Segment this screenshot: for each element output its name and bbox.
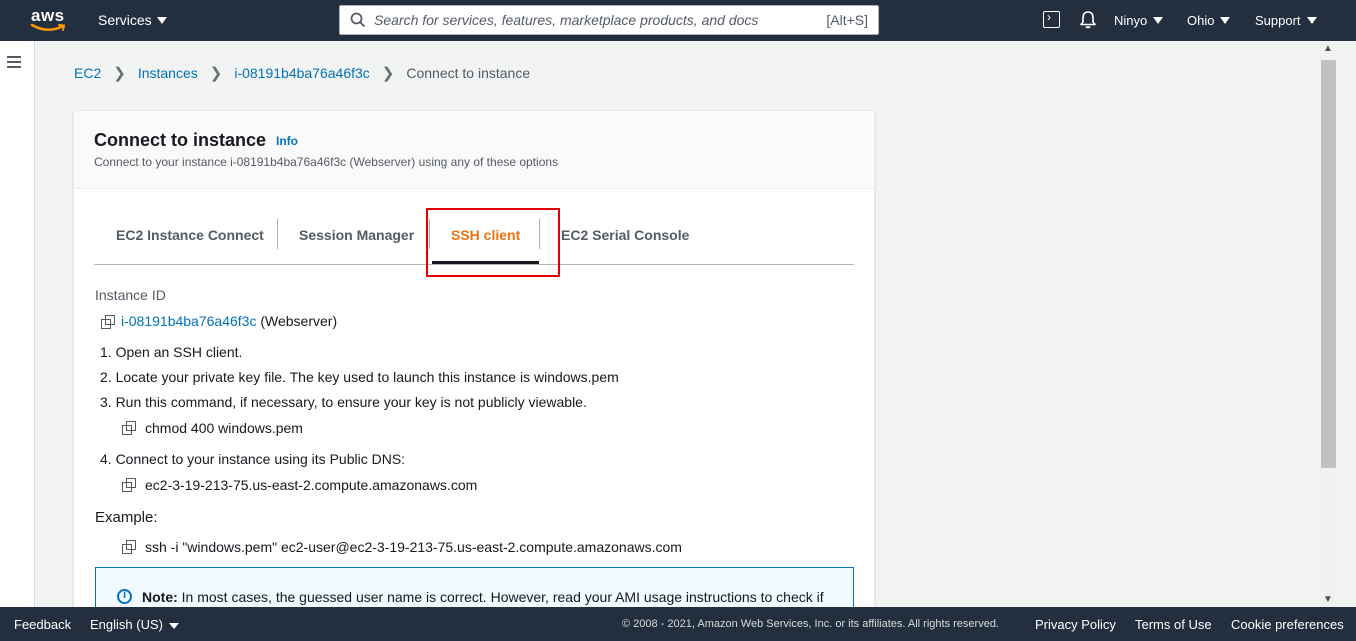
- caret-down-icon: [1153, 17, 1164, 24]
- scroll-down-icon[interactable]: ▼: [1323, 594, 1333, 605]
- panel-header: Connect to instance Info Connect to your…: [74, 111, 874, 189]
- page-scrollbar[interactable]: ▲ ▼: [1320, 41, 1337, 607]
- step-2: 2. Locate your private key file. The key…: [100, 369, 619, 385]
- scroll-up-icon[interactable]: ▲: [1323, 43, 1333, 54]
- instance-id-row: i-08191b4ba76a46f3c (Webserver): [121, 313, 337, 329]
- support-label: Support: [1255, 13, 1301, 28]
- copyright-text: © 2008 - 2021, Amazon Web Services, Inc.…: [622, 618, 999, 630]
- services-menu[interactable]: Services: [98, 12, 167, 28]
- breadcrumb-current: Connect to instance: [406, 65, 531, 81]
- side-navigation-collapsed: [0, 41, 35, 607]
- info-circle-icon: i: [117, 589, 132, 604]
- instance-name: (Webserver): [260, 313, 338, 329]
- tab-highlight-annotation: [426, 208, 560, 277]
- aws-logo[interactable]: aws: [28, 6, 68, 36]
- copy-icon[interactable]: [122, 478, 136, 492]
- feedback-link[interactable]: Feedback: [14, 617, 71, 632]
- chmod-command: chmod 400 windows.pem: [145, 420, 303, 436]
- aws-smile-icon: [30, 23, 66, 31]
- caret-down-icon: [1306, 17, 1317, 24]
- language-selector[interactable]: English (US): [90, 617, 179, 632]
- scroll-thumb[interactable]: [1321, 60, 1336, 468]
- search-box[interactable]: [Alt+S]: [339, 5, 879, 35]
- copy-icon[interactable]: [101, 315, 115, 329]
- example-label: Example:: [95, 509, 158, 526]
- step-1: 1. Open an SSH client.: [100, 344, 243, 360]
- breadcrumb: EC2 ❯ Instances ❯ i-08191b4ba76a46f3c ❯ …: [74, 64, 530, 82]
- top-navigation-bar: aws Services [Alt+S] › Ninyo Ohio Suppor…: [0, 0, 1356, 41]
- instance-id-label: Instance ID: [95, 287, 166, 303]
- caret-down-icon: [168, 622, 179, 629]
- page-title: Connect to instance: [94, 130, 267, 150]
- tab-session-manager[interactable]: Session Manager: [299, 227, 414, 243]
- connect-panel: Connect to instance Info Connect to your…: [73, 110, 875, 627]
- example-command: ssh -i "windows.pem" ec2-user@ec2-3-19-2…: [145, 539, 682, 555]
- public-dns: ec2-3-19-213-75.us-east-2.compute.amazon…: [145, 477, 478, 493]
- note-bold: Note:: [142, 589, 178, 605]
- privacy-policy-link[interactable]: Privacy Policy: [1035, 617, 1116, 632]
- region-label: Ohio: [1187, 13, 1215, 28]
- footer: Feedback English (US) © 2008 - 2021, Ama…: [0, 607, 1356, 641]
- menu-icon[interactable]: [7, 56, 21, 68]
- breadcrumb-instances[interactable]: Instances: [138, 65, 198, 81]
- tab-divider: [277, 219, 278, 249]
- cookie-preferences-link[interactable]: Cookie preferences: [1231, 617, 1344, 632]
- cloudshell-icon[interactable]: ›: [1043, 10, 1060, 28]
- chevron-right-icon: ❯: [113, 65, 126, 82]
- tab-ec2-instance-connect[interactable]: EC2 Instance Connect: [116, 227, 264, 243]
- language-label: English (US): [90, 617, 163, 632]
- copy-icon[interactable]: [122, 421, 136, 435]
- note-body: In most cases, the guessed user name is …: [177, 589, 824, 605]
- search-shortcut-hint: [Alt+S]: [826, 12, 868, 28]
- caret-down-icon: [156, 16, 167, 24]
- services-label: Services: [98, 12, 152, 28]
- copy-icon[interactable]: [122, 540, 136, 554]
- note-text: Note: In most cases, the guessed user na…: [142, 589, 824, 605]
- bell-icon[interactable]: [1079, 10, 1097, 29]
- region-menu[interactable]: Ohio: [1187, 13, 1231, 28]
- support-menu[interactable]: Support: [1255, 13, 1317, 28]
- caret-down-icon: [1220, 17, 1231, 24]
- chevron-right-icon: ❯: [381, 65, 395, 82]
- chevron-right-icon: ❯: [209, 65, 223, 82]
- account-label: Ninyo: [1114, 13, 1148, 28]
- tab-ec2-serial-console[interactable]: EC2 Serial Console: [561, 227, 689, 243]
- instance-id-link[interactable]: i-08191b4ba76a46f3c: [121, 313, 256, 329]
- step-4: 4. Connect to your instance using its Pu…: [100, 451, 406, 467]
- info-link[interactable]: Info: [276, 134, 298, 148]
- terms-of-use-link[interactable]: Terms of Use: [1135, 617, 1212, 632]
- breadcrumb-instance-id[interactable]: i-08191b4ba76a46f3c: [234, 65, 369, 81]
- search-icon: [350, 12, 366, 28]
- step-3: 3. Run this command, if necessary, to en…: [100, 394, 587, 410]
- search-input[interactable]: [374, 10, 814, 30]
- breadcrumb-ec2[interactable]: EC2: [74, 65, 101, 81]
- panel-description: Connect to your instance i-08191b4ba76a4…: [94, 155, 559, 169]
- account-menu[interactable]: Ninyo: [1114, 13, 1164, 28]
